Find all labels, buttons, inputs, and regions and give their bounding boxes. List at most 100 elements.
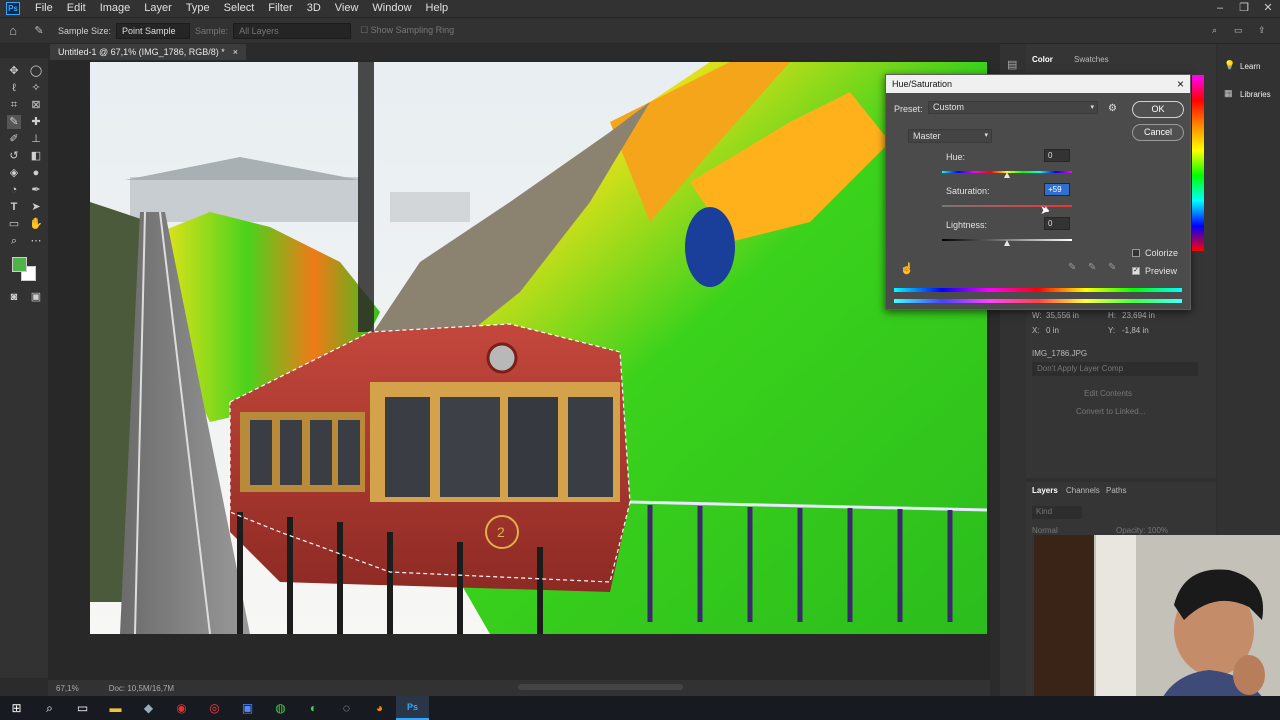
app-icon[interactable]: ◎ bbox=[198, 696, 231, 720]
dialog-titlebar[interactable]: Hue/Saturation × bbox=[886, 75, 1190, 93]
screen-mode-icon[interactable]: ▣ bbox=[29, 290, 43, 304]
brush-tool-icon[interactable]: ✐ bbox=[7, 132, 21, 146]
tab-layers[interactable]: Layers bbox=[1032, 486, 1058, 495]
task-view-icon[interactable]: ▭ bbox=[66, 696, 99, 720]
windows-start-icon[interactable]: ⊞ bbox=[0, 696, 33, 720]
dodge-tool-icon[interactable]: ◔ bbox=[7, 183, 21, 197]
rectangle-tool-icon[interactable]: ▭ bbox=[7, 217, 21, 231]
menu-3d[interactable]: 3D bbox=[300, 0, 328, 17]
show-sampling-ring-checkbox[interactable]: ☐ Show Sampling Ring bbox=[360, 25, 454, 36]
zoom-level[interactable]: 67,1% bbox=[56, 684, 79, 693]
menu-filter[interactable]: Filter bbox=[261, 0, 299, 17]
tab-color[interactable]: Color bbox=[1032, 55, 1053, 64]
eraser-tool-icon[interactable]: ◧ bbox=[29, 149, 43, 163]
document-tab[interactable]: Untitled-1 @ 67,1% (IMG_1786, RGB/8) * × bbox=[50, 44, 246, 60]
cancel-button[interactable]: Cancel bbox=[1132, 124, 1184, 141]
tab-paths[interactable]: Paths bbox=[1106, 486, 1126, 495]
libraries-label[interactable]: Libraries bbox=[1240, 90, 1271, 99]
opacity-field[interactable]: Opacity: 100% bbox=[1116, 526, 1168, 535]
horizontal-scrollbar[interactable] bbox=[518, 684, 683, 690]
pen-tool-icon[interactable]: ✒ bbox=[29, 183, 43, 197]
quick-selection-tool-icon[interactable]: ✧ bbox=[29, 81, 43, 95]
chrome-icon[interactable]: ◍ bbox=[264, 696, 297, 720]
eyedropper-icon[interactable]: ✎ bbox=[1068, 262, 1076, 273]
layer-filter-kind[interactable]: Kind bbox=[1032, 506, 1082, 519]
hand-tool-icon[interactable]: ✋ bbox=[29, 217, 43, 231]
share-icon[interactable]: ⇪ bbox=[1258, 25, 1266, 36]
menu-layer[interactable]: Layer bbox=[137, 0, 179, 17]
crop-tool-icon[interactable]: ⌗ bbox=[7, 98, 21, 112]
menu-file[interactable]: File bbox=[28, 0, 60, 17]
saturation-slider-track[interactable] bbox=[942, 205, 1072, 207]
convert-to-linked-button[interactable]: Convert to Linked... bbox=[1076, 407, 1145, 416]
sample-size-dropdown[interactable]: Point Sample bbox=[116, 22, 191, 39]
tab-channels[interactable]: Channels bbox=[1066, 486, 1100, 495]
property-y-value[interactable]: -1,84 in bbox=[1122, 326, 1149, 335]
minimize-icon[interactable]: – bbox=[1208, 0, 1232, 17]
file-explorer-icon[interactable]: ▬ bbox=[99, 696, 132, 720]
dialog-close-icon[interactable]: × bbox=[1177, 75, 1184, 93]
photoshop-icon[interactable]: Ps bbox=[396, 696, 429, 720]
quick-mask-icon[interactable]: ◙ bbox=[7, 290, 21, 304]
foreground-color-swatch[interactable] bbox=[12, 257, 27, 272]
property-h-value[interactable]: 23,694 in bbox=[1122, 311, 1155, 320]
menu-window[interactable]: Window bbox=[365, 0, 418, 17]
preset-dropdown[interactable]: Custom ▾ bbox=[928, 101, 1098, 114]
learn-icon[interactable]: 💡 bbox=[1224, 60, 1235, 71]
hue-slider-knob[interactable] bbox=[1004, 172, 1010, 178]
property-w-value[interactable]: 35,556 in bbox=[1046, 311, 1079, 320]
hue-input[interactable]: 0 bbox=[1044, 149, 1070, 162]
firefox-icon[interactable]: ◕ bbox=[363, 696, 396, 720]
learn-label[interactable]: Learn bbox=[1240, 62, 1260, 71]
document-image[interactable]: 2 bbox=[90, 62, 987, 634]
home-icon[interactable]: ⌂ bbox=[0, 23, 26, 38]
history-panel-icon[interactable]: ▤ bbox=[1007, 58, 1017, 71]
close-tab-icon[interactable]: × bbox=[233, 44, 238, 60]
eyedropper-tool-icon[interactable]: ✎ bbox=[7, 115, 21, 129]
healing-brush-tool-icon[interactable]: ✚ bbox=[29, 115, 43, 129]
app-icon[interactable]: ◐ bbox=[297, 696, 330, 720]
restore-icon[interactable]: ❐ bbox=[1232, 0, 1256, 17]
workspace-icon[interactable]: ▭ bbox=[1234, 25, 1243, 36]
sample-dropdown[interactable]: All Layers bbox=[233, 22, 352, 39]
property-x-value[interactable]: 0 in bbox=[1046, 326, 1059, 335]
menu-view[interactable]: View bbox=[328, 0, 366, 17]
history-brush-tool-icon[interactable]: ↺ bbox=[7, 149, 21, 163]
blur-tool-icon[interactable]: ● bbox=[29, 166, 43, 180]
lasso-tool-icon[interactable]: ℓ bbox=[7, 81, 21, 95]
add-to-sample-eyedropper-icon[interactable]: ✎ bbox=[1088, 262, 1096, 273]
preset-options-gear-icon[interactable]: ⚙ bbox=[1108, 103, 1117, 114]
marquee-tool-icon[interactable]: ◯ bbox=[29, 64, 43, 78]
lightness-input[interactable]: 0 bbox=[1044, 217, 1070, 230]
app-icon[interactable]: ◉ bbox=[165, 696, 198, 720]
menu-edit[interactable]: Edit bbox=[60, 0, 93, 17]
move-tool-icon[interactable]: ✥ bbox=[7, 64, 21, 78]
saturation-input[interactable]: +59 bbox=[1044, 183, 1070, 196]
subtract-from-sample-eyedropper-icon[interactable]: ✎ bbox=[1108, 262, 1116, 273]
menu-select[interactable]: Select bbox=[217, 0, 262, 17]
search-icon[interactable]: ⌕ bbox=[33, 696, 66, 720]
zoom-tool-icon[interactable]: ⌕ bbox=[7, 234, 21, 248]
layer-comp-dropdown[interactable]: Don't Apply Layer Comp bbox=[1032, 362, 1198, 376]
edit-contents-button[interactable]: Edit Contents bbox=[1084, 389, 1132, 398]
color-picker-spectrum[interactable] bbox=[1192, 75, 1204, 251]
colorize-checkbox[interactable] bbox=[1132, 249, 1140, 257]
ok-button[interactable]: OK bbox=[1132, 101, 1184, 118]
search-icon[interactable]: ⌕ bbox=[1212, 25, 1217, 36]
targeted-adjustment-hand-icon[interactable]: ☝ bbox=[900, 262, 914, 275]
paint-bucket-tool-icon[interactable]: ◈ bbox=[7, 166, 21, 180]
type-tool-icon[interactable]: T bbox=[7, 200, 21, 214]
menu-help[interactable]: Help bbox=[419, 0, 456, 17]
tab-swatches[interactable]: Swatches bbox=[1074, 55, 1109, 64]
frame-tool-icon[interactable]: ⊠ bbox=[29, 98, 43, 112]
app-icon[interactable]: ◌ bbox=[330, 696, 363, 720]
channel-dropdown[interactable]: Master ▾ bbox=[908, 129, 992, 143]
lightness-slider-knob[interactable] bbox=[1004, 240, 1010, 246]
menu-type[interactable]: Type bbox=[179, 0, 217, 17]
libraries-icon[interactable]: ▦ bbox=[1224, 88, 1233, 99]
close-window-icon[interactable]: ✕ bbox=[1256, 0, 1280, 17]
path-selection-tool-icon[interactable]: ➤ bbox=[29, 200, 43, 214]
app-icon[interactable]: ▣ bbox=[231, 696, 264, 720]
document-info[interactable]: Doc: 10,5M/16,7M bbox=[109, 684, 174, 693]
app-icon[interactable]: ◆ bbox=[132, 696, 165, 720]
